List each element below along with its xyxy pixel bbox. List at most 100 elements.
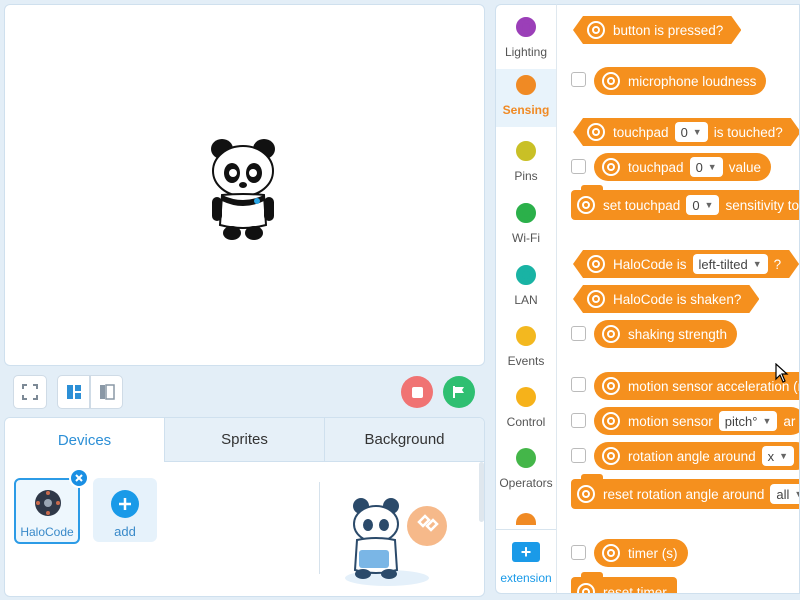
category-sensing[interactable]: Sensing bbox=[496, 69, 556, 127]
block-shaking-strength[interactable]: shaking strength bbox=[594, 320, 738, 348]
panda-sprite[interactable] bbox=[208, 135, 280, 243]
block-text: ? bbox=[773, 256, 782, 272]
axis-dropdown[interactable]: x ▼ bbox=[761, 446, 795, 466]
block-touchpad-value[interactable]: touchpad 0 ▼ value bbox=[594, 153, 771, 181]
block-text: HaloCode is shaken? bbox=[613, 291, 742, 307]
category-lan[interactable]: LAN bbox=[496, 259, 556, 317]
checkbox-shaking-strength[interactable] bbox=[571, 326, 586, 341]
category-control[interactable]: Control bbox=[496, 381, 556, 439]
chevron-down-icon: ▼ bbox=[707, 162, 717, 172]
chevron-down-icon: ▼ bbox=[704, 200, 714, 210]
touchpad-dropdown[interactable]: 0 ▼ bbox=[675, 122, 708, 142]
stage-canvas[interactable] bbox=[4, 4, 485, 366]
fullscreen-button[interactable] bbox=[13, 375, 47, 409]
fullscreen-icon bbox=[22, 384, 38, 400]
operators-icon bbox=[516, 448, 536, 468]
halocode-icon bbox=[602, 412, 620, 430]
checkbox-timer[interactable] bbox=[571, 545, 586, 560]
events-icon bbox=[516, 326, 536, 346]
chevron-down-icon: ▼ bbox=[692, 127, 702, 137]
block-timer[interactable]: timer (s) bbox=[594, 539, 688, 567]
halocode-board-icon bbox=[35, 490, 61, 516]
checkbox-mic-loudness[interactable] bbox=[571, 72, 586, 87]
lan-icon bbox=[516, 265, 536, 285]
tilt-dropdown[interactable]: left-tilted ▼ bbox=[693, 254, 768, 274]
checkbox-rotation-angle[interactable] bbox=[571, 448, 586, 463]
chevron-down-icon: ▼ bbox=[762, 416, 772, 426]
devices-panel: Devices Sprites Background HaloCode add bbox=[4, 417, 485, 597]
checkbox-touchpad-value[interactable] bbox=[571, 159, 586, 174]
green-flag-button[interactable] bbox=[443, 376, 475, 408]
category-wifi[interactable]: Wi-Fi bbox=[496, 197, 556, 255]
halocode-icon bbox=[577, 485, 595, 503]
block-rotation-angle[interactable]: rotation angle around x ▼ bbox=[594, 442, 799, 470]
panel-tabs: Devices Sprites Background bbox=[5, 418, 484, 462]
block-text: reset rotation angle around bbox=[603, 486, 765, 502]
stop-button[interactable] bbox=[401, 376, 433, 408]
category-label: Control bbox=[506, 415, 546, 429]
category-label: Wi-Fi bbox=[512, 231, 540, 245]
tab-devices[interactable]: Devices bbox=[5, 418, 165, 462]
tab-background[interactable]: Background bbox=[325, 418, 484, 462]
block-text: shaking strength bbox=[628, 326, 728, 342]
device-card-halocode[interactable]: HaloCode bbox=[14, 478, 80, 544]
halocode-icon bbox=[587, 123, 605, 141]
block-text: value bbox=[728, 159, 761, 175]
category-label: Operators bbox=[499, 476, 553, 490]
mouse-cursor-icon bbox=[775, 363, 789, 383]
remove-device-button[interactable] bbox=[69, 468, 89, 488]
checkbox-motion-acceleration[interactable] bbox=[571, 377, 586, 392]
extension-label: extension bbox=[500, 571, 552, 585]
axis-dropdown[interactable]: all▼ bbox=[770, 484, 799, 504]
block-set-touchpad-sensitivity[interactable]: set touchpad 0 ▼ sensitivity to bbox=[571, 185, 799, 220]
block-microphone-loudness[interactable]: microphone loudness bbox=[594, 67, 767, 95]
checkbox-motion-sensor[interactable] bbox=[571, 413, 586, 428]
add-device-button[interactable]: add bbox=[93, 478, 157, 542]
block-text: button is pressed? bbox=[613, 22, 724, 38]
halocode-icon bbox=[587, 21, 605, 39]
add-extension-icon: + bbox=[512, 542, 540, 562]
category-events[interactable]: Events bbox=[496, 320, 556, 378]
block-text: is touched? bbox=[713, 124, 783, 140]
next-category-dot[interactable] bbox=[516, 513, 536, 525]
block-text: motion sensor bbox=[628, 413, 713, 429]
block-reset-rotation-angle[interactable]: reset rotation angle around all▼ bbox=[571, 474, 799, 509]
layout-panel-icon bbox=[99, 384, 115, 400]
block-motion-sensor-angle[interactable]: motion sensor pitch° ▼ ar bbox=[594, 407, 799, 435]
halocode-icon bbox=[602, 377, 620, 395]
touchpad-dropdown[interactable]: 0 ▼ bbox=[689, 157, 723, 177]
block-reset-timer[interactable]: reset timer bbox=[571, 572, 677, 593]
halocode-icon bbox=[577, 583, 595, 593]
axis-dropdown[interactable]: pitch° ▼ bbox=[718, 411, 778, 431]
block-halocode-tilted[interactable]: HaloCode is left-tilted ▼ ? bbox=[573, 250, 799, 278]
chevron-down-icon: ▼ bbox=[779, 451, 789, 461]
layout-small-stage-button[interactable] bbox=[57, 375, 90, 409]
touchpad-dropdown[interactable]: 0 ▼ bbox=[686, 195, 720, 215]
category-label: Events bbox=[507, 354, 545, 368]
category-pins[interactable]: Pins bbox=[496, 135, 556, 193]
halocode-icon bbox=[587, 290, 605, 308]
halocode-icon bbox=[602, 325, 620, 343]
layout-large-stage-button[interactable] bbox=[90, 375, 123, 409]
block-touchpad-touched[interactable]: touchpad 0 ▼ is touched? bbox=[573, 118, 800, 146]
category-lighting[interactable]: Lighting bbox=[496, 11, 556, 69]
block-text: ar bbox=[783, 413, 796, 429]
tab-sprites[interactable]: Sprites bbox=[165, 418, 325, 462]
category-label: Sensing bbox=[502, 103, 550, 117]
block-text: touchpad bbox=[613, 124, 669, 140]
control-icon bbox=[516, 387, 536, 407]
pins-icon bbox=[516, 141, 536, 161]
halocode-icon bbox=[602, 158, 620, 176]
sensing-icon bbox=[516, 75, 536, 95]
block-text: HaloCode is bbox=[613, 256, 687, 272]
category-label: Pins bbox=[514, 169, 538, 183]
category-label: Lighting bbox=[504, 45, 548, 59]
category-operators[interactable]: Operators bbox=[496, 442, 556, 500]
block-motion-acceleration[interactable]: motion sensor acceleration (m bbox=[594, 372, 799, 400]
scrollbar[interactable] bbox=[479, 462, 484, 522]
block-button-pressed[interactable]: button is pressed? bbox=[573, 16, 741, 44]
chevron-down-icon: ▼ bbox=[752, 259, 762, 269]
block-halocode-shaken[interactable]: HaloCode is shaken? bbox=[573, 285, 759, 313]
extension-button[interactable]: + extension bbox=[496, 529, 556, 591]
block-palette: button is pressed? microphone loudness t… bbox=[556, 4, 800, 594]
